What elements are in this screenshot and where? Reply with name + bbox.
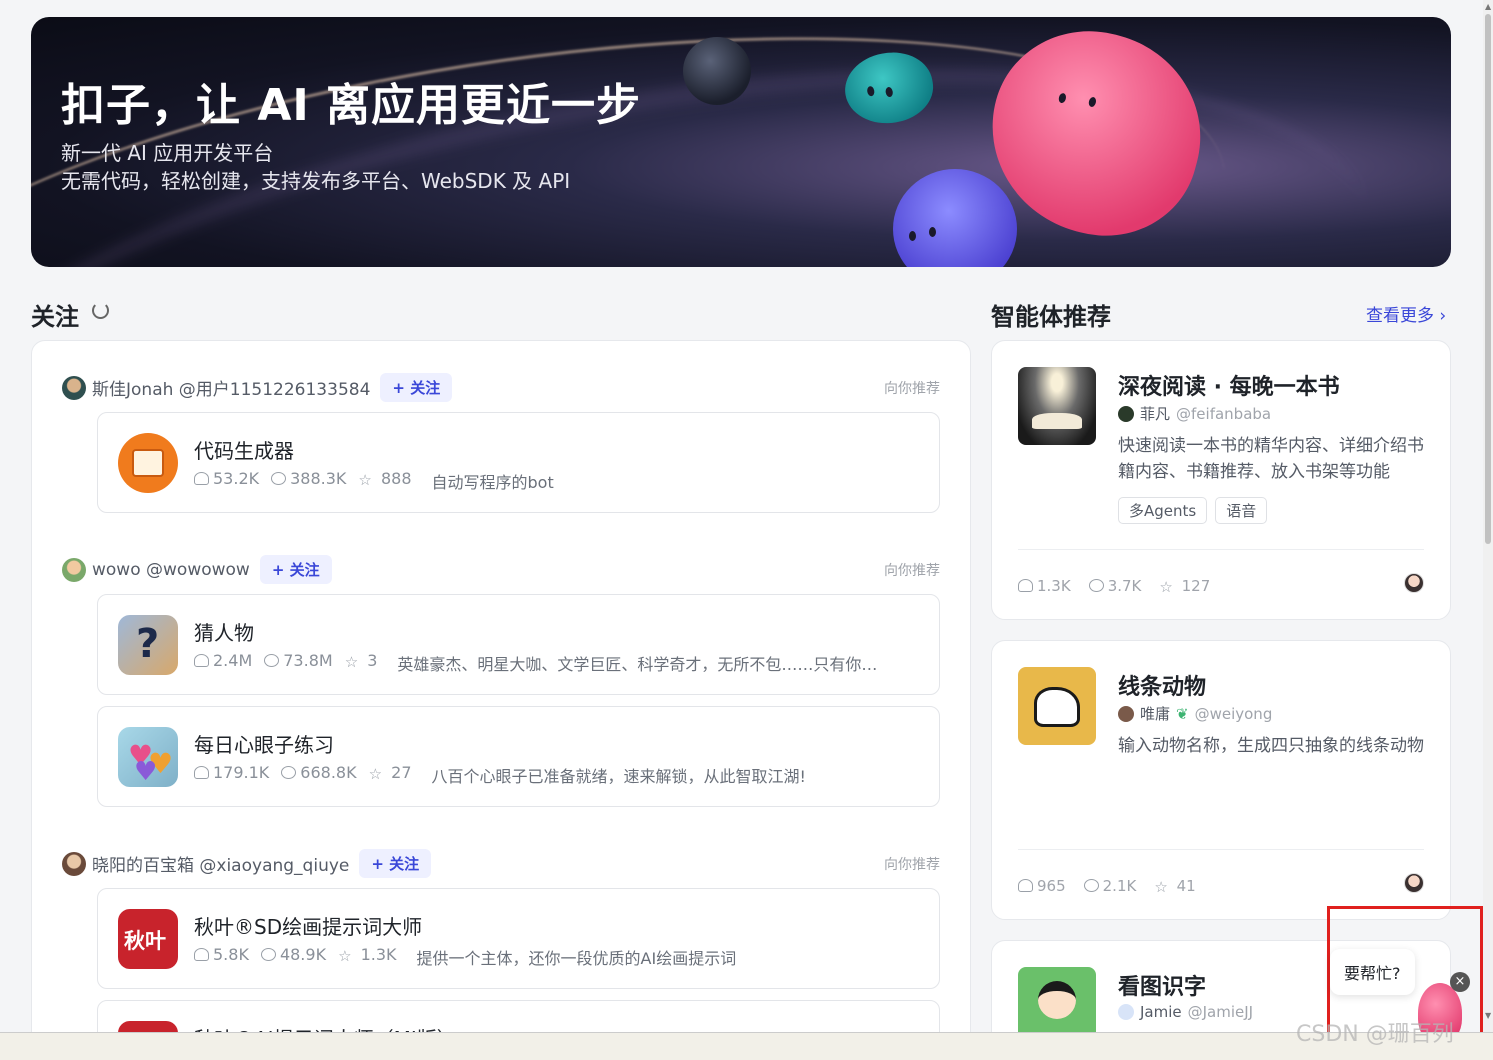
agent-author[interactable]: 唯庸 ❦ @weiyong: [1118, 703, 1272, 724]
agent-title: 线条动物: [1118, 675, 1207, 700]
chat-icon: [260, 948, 276, 961]
post-header: 晓阳的百宝箱 @xiaoyang_qiuye + 关注: [62, 849, 432, 878]
author-avatar: [1118, 705, 1134, 722]
refresh-icon[interactable]: [92, 302, 109, 319]
star-icon: ☆: [358, 471, 372, 489]
planet-illustration: [683, 37, 751, 105]
code-generator-icon: [118, 433, 178, 493]
bot-description: 自动写程序的bot: [431, 473, 554, 492]
bot-card[interactable]: 代码生成器 53.2K 388.3K ☆ 888 自动写程序的bot: [97, 412, 940, 513]
qiuye-logo-icon: 秋叶: [118, 909, 178, 969]
bot-description: 英雄豪杰、明星大咖、文学巨匠、科学奇才，无所不包……只有你…: [397, 655, 878, 674]
bot-card[interactable]: ? 猜人物 2.4M 73.8M ☆ 3 英雄豪杰、明星大咖、文学巨匠、科学奇才…: [97, 594, 940, 695]
bot-stats: 179.1K 668.8K ☆ 27 八百个心眼子已准备就绪，速来解锁，从此智取…: [194, 763, 924, 787]
follow-button[interactable]: + 关注: [380, 373, 453, 402]
hearts-icon: ♥ ♥ ♥: [118, 727, 178, 787]
creator-avatar[interactable]: [1404, 573, 1424, 593]
chat-icon: [1083, 879, 1099, 892]
users-icon: [194, 654, 209, 667]
chat-icon: [271, 472, 287, 485]
page-scrollbar[interactable]: [1483, 0, 1493, 1040]
star-icon: ☆: [338, 947, 352, 965]
hero-banner: 扣子，让 AI 离应用更近一步 新一代 AI 应用开发平台 无需代码，轻松创建，…: [31, 17, 1451, 267]
bot-card[interactable]: 秋叶 秋叶®SD绘画提示词大师 5.8K 48.9K ☆ 1.3K 提供一个主体…: [97, 888, 940, 989]
scroll-down-icon[interactable]: ▼: [1485, 1011, 1491, 1020]
bot-name: 秋叶®SD绘画提示词大师: [194, 915, 423, 939]
follow-section-title: 关注: [31, 303, 79, 331]
avatar[interactable]: [62, 375, 86, 400]
chat-icon: [281, 766, 297, 779]
view-more-link[interactable]: 查看更多 ›: [1366, 301, 1446, 326]
author-avatar: [1118, 1004, 1134, 1020]
creator-avatar[interactable]: [1404, 873, 1424, 893]
divider: [1018, 549, 1424, 550]
agent-tags: 多Agents 语音: [1118, 497, 1268, 524]
star-icon: ☆: [344, 653, 359, 671]
recommend-section-title: 智能体推荐: [991, 303, 1111, 331]
agent-author[interactable]: Jamie @JamieJJ: [1118, 1003, 1253, 1021]
watermark: CSDN @珊百列: [1296, 1022, 1454, 1047]
chat-icon: [1088, 579, 1104, 592]
post-user[interactable]: 斯佳Jonah @用户1151226133584: [92, 375, 370, 400]
tag: 语音: [1215, 497, 1268, 524]
bot-name: 代码生成器: [194, 439, 294, 463]
banner-title: 扣子，让 AI 离应用更近一步: [61, 80, 642, 131]
book-lamp-image: [1018, 367, 1096, 445]
agent-description: 输入动物名称，生成四只抽象的线条动物: [1118, 736, 1424, 756]
scroll-thumb[interactable]: [1485, 14, 1491, 544]
post-header: wowo @wowowow + 关注: [62, 555, 332, 584]
bot-stats: 2.4M 73.8M ☆ 3 英雄豪杰、明星大咖、文学巨匠、科学奇才，无所不包……: [194, 651, 924, 675]
post-header: 斯佳Jonah @用户1151226133584 + 关注: [62, 373, 453, 402]
divider: [1018, 849, 1424, 850]
help-bubble[interactable]: 要帮忙?: [1330, 949, 1415, 995]
line-dog-image: [1018, 667, 1096, 745]
recommend-label: 向你推荐: [884, 563, 940, 579]
follow-button[interactable]: + 关注: [259, 555, 332, 584]
bot-name: 猜人物: [194, 621, 254, 645]
bot-stats: 53.2K 388.3K ☆ 888 自动写程序的bot: [194, 469, 924, 493]
bot-description: 八百个心眼子已准备就绪，速来解锁，从此智取江湖!: [431, 767, 806, 786]
agent-description: 快速阅读一本书的精华内容、详细介绍书籍内容、书籍推荐、放入书架等功能: [1118, 436, 1424, 482]
recommend-label: 向你推荐: [884, 381, 940, 397]
author-avatar: [1118, 405, 1134, 422]
bot-name: 每日心眼子练习: [194, 733, 334, 757]
agent-stats: 1.3K 3.7K ☆ 127: [1018, 577, 1210, 596]
star-icon: ☆: [1154, 878, 1168, 896]
agent-stats: 965 2.1K ☆ 41: [1018, 877, 1196, 896]
tag: 多Agents: [1118, 497, 1208, 524]
agent-title: 看图识字: [1118, 975, 1207, 1000]
sprout-icon: ❦: [1176, 704, 1189, 723]
users-icon: [1018, 579, 1033, 592]
agent-card[interactable]: 线条动物 唯庸 ❦ @weiyong 输入动物名称，生成四只抽象的线条动物 96…: [991, 640, 1451, 920]
avatar[interactable]: [62, 851, 86, 876]
post-user[interactable]: wowo @wowowow: [92, 560, 250, 580]
star-icon: ☆: [1159, 578, 1173, 596]
post-user[interactable]: 晓阳的百宝箱 @xiaoyang_qiuye: [92, 851, 349, 876]
bot-stats: 5.8K 48.9K ☆ 1.3K 提供一个主体，还你一段优质的AI绘画提示词: [194, 945, 924, 969]
agent-author[interactable]: 菲凡 @feifanbaba: [1118, 403, 1271, 424]
bot-description: 提供一个主体，还你一段优质的AI绘画提示词: [416, 949, 737, 968]
agent-card[interactable]: 深夜阅读 · 每晚一本书 菲凡 @feifanbaba 快速阅读一本书的精华内容…: [991, 340, 1451, 620]
follow-button[interactable]: + 关注: [359, 849, 432, 878]
users-icon: [194, 948, 209, 961]
agent-title: 深夜阅读 · 每晚一本书: [1118, 375, 1340, 400]
banner-description: 无需代码，轻松创建，支持发布多平台、WebSDK 及 API: [61, 169, 571, 193]
recommend-label: 向你推荐: [884, 857, 940, 873]
users-icon: [1018, 879, 1033, 892]
bot-card[interactable]: ♥ ♥ ♥ 每日心眼子练习 179.1K 668.8K ☆ 27 八百个心眼子已…: [97, 706, 940, 807]
bottom-bar: [0, 1032, 1493, 1060]
scroll-up-icon[interactable]: ▲: [1485, 2, 1491, 11]
guess-character-icon: ?: [118, 615, 178, 675]
users-icon: [194, 472, 209, 485]
chat-icon: [264, 654, 280, 667]
star-icon: ☆: [368, 765, 383, 783]
close-icon[interactable]: ×: [1450, 972, 1470, 992]
banner-subtitle: 新一代 AI 应用开发平台: [61, 141, 274, 165]
users-icon: [194, 766, 209, 779]
avatar[interactable]: [62, 557, 86, 582]
follow-feed: 斯佳Jonah @用户1151226133584 + 关注 向你推荐 代码生成器…: [31, 340, 971, 1060]
